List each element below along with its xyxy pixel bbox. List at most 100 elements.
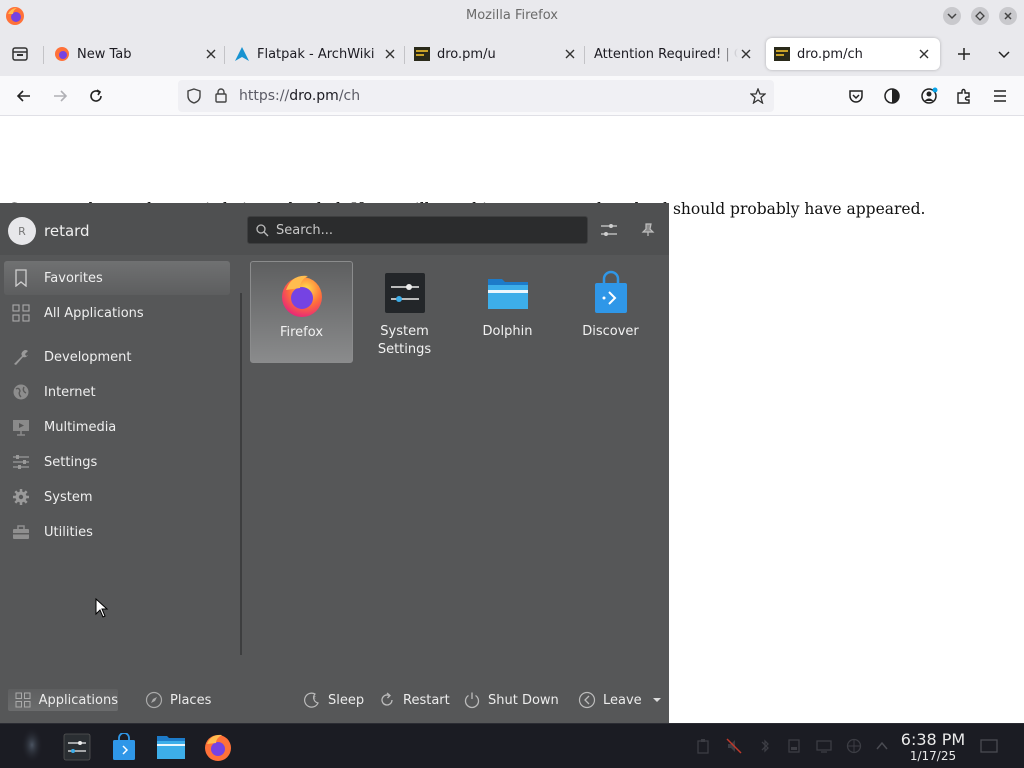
firefox-view-icon bbox=[12, 47, 28, 61]
firefox-view-button[interactable] bbox=[8, 42, 32, 66]
wrench-icon bbox=[11, 347, 31, 367]
display-icon[interactable] bbox=[816, 738, 832, 754]
user-avatar[interactable]: R bbox=[8, 217, 36, 245]
window-titlebar: Mozilla Firefox bbox=[0, 0, 1024, 32]
favorite-app-dolphin[interactable]: Dolphin bbox=[456, 261, 559, 363]
search-icon bbox=[256, 224, 269, 237]
bluetooth-icon[interactable] bbox=[757, 738, 773, 754]
clipboard-icon[interactable] bbox=[695, 738, 711, 754]
maximize-button[interactable] bbox=[971, 7, 989, 25]
network-icon[interactable] bbox=[846, 738, 862, 754]
favorite-app-firefox[interactable]: Firefox bbox=[250, 261, 353, 363]
tab-close-button[interactable] bbox=[562, 46, 578, 62]
privacy-button[interactable] bbox=[880, 84, 904, 108]
shield-icon[interactable] bbox=[186, 88, 202, 104]
app-menu-button[interactable] bbox=[988, 84, 1012, 108]
tab-places[interactable]: Places bbox=[145, 689, 211, 711]
category-label: System bbox=[44, 489, 93, 505]
category-development[interactable]: Development bbox=[4, 340, 230, 374]
taskbar-dolphin[interactable] bbox=[156, 732, 186, 762]
mouse-cursor-icon bbox=[95, 598, 109, 618]
close-window-button[interactable] bbox=[999, 7, 1017, 25]
new-tab-button[interactable] bbox=[952, 42, 976, 66]
system-settings-icon bbox=[63, 733, 91, 761]
launcher-search-input[interactable]: Search... bbox=[247, 216, 588, 244]
category-settings[interactable]: Settings bbox=[4, 445, 230, 479]
list-all-tabs-button[interactable] bbox=[992, 42, 1016, 66]
tab-dro-pm-ch[interactable]: dro.pm/ch bbox=[766, 38, 940, 70]
sleep-button[interactable]: z Sleep bbox=[303, 689, 364, 711]
back-button[interactable] bbox=[12, 84, 36, 108]
clock-date[interactable]: 1/17/25 bbox=[898, 749, 968, 763]
category-label: Settings bbox=[44, 454, 98, 470]
category-multimedia[interactable]: Multimedia bbox=[4, 410, 230, 444]
shutdown-button[interactable]: Shut Down bbox=[463, 689, 559, 711]
category-system[interactable]: System bbox=[4, 480, 230, 514]
category-label: Internet bbox=[44, 384, 96, 400]
app-name: Firefox bbox=[279, 325, 324, 340]
taskbar-firefox[interactable] bbox=[203, 732, 233, 762]
store-bag-icon bbox=[113, 733, 135, 760]
forward-button[interactable] bbox=[48, 84, 72, 108]
sliders-icon bbox=[11, 452, 31, 472]
launcher-button[interactable] bbox=[20, 726, 44, 764]
category-internet[interactable]: Internet bbox=[4, 375, 230, 409]
tab-close-button[interactable] bbox=[916, 46, 932, 62]
chevron-down-icon bbox=[998, 51, 1010, 59]
account-icon bbox=[921, 87, 938, 104]
taskbar-system-settings[interactable] bbox=[62, 732, 92, 762]
tab-dro-pm-u[interactable]: dro.pm/u bbox=[414, 38, 578, 70]
clock-time[interactable]: 6:38 PM bbox=[898, 730, 968, 749]
tab-close-button[interactable] bbox=[382, 46, 398, 62]
favorite-app-discover[interactable]: Discover bbox=[559, 261, 662, 363]
store-bag-icon bbox=[594, 270, 627, 313]
taskbar-discover[interactable] bbox=[109, 732, 139, 762]
close-icon bbox=[1004, 12, 1012, 20]
svg-text:z: z bbox=[313, 695, 316, 701]
configure-launcher-button[interactable] bbox=[599, 220, 619, 240]
leave-icon bbox=[578, 691, 596, 709]
url-text[interactable]: https://dro.pm/ch bbox=[239, 88, 360, 104]
favorite-app-system-settings[interactable]: System Settings bbox=[353, 261, 456, 363]
tab-new-tab[interactable]: New Tab bbox=[54, 38, 219, 70]
close-icon bbox=[741, 49, 751, 59]
chevron-up-icon[interactable] bbox=[874, 738, 890, 754]
restart-button[interactable]: Restart bbox=[378, 689, 450, 711]
lock-icon[interactable] bbox=[213, 87, 229, 103]
pocket-icon bbox=[849, 90, 863, 103]
category-label: Multimedia bbox=[44, 419, 117, 435]
bookmark-star-icon[interactable] bbox=[750, 88, 766, 104]
reload-button[interactable] bbox=[84, 84, 108, 108]
leave-button[interactable]: Leave bbox=[578, 689, 662, 711]
tab-close-button[interactable] bbox=[738, 46, 754, 62]
url-bar[interactable]: https://dro.pm/ch bbox=[178, 80, 774, 112]
application-launcher: R retard Search... Favorites All Applica… bbox=[0, 203, 669, 723]
category-utilities[interactable]: Utilities bbox=[4, 515, 230, 549]
tab-attention-required[interactable]: Attention Required! | C bbox=[594, 38, 754, 70]
gear-icon bbox=[11, 487, 31, 507]
pin-launcher-button[interactable] bbox=[638, 220, 658, 240]
chevron-down-icon bbox=[947, 13, 957, 20]
category-label: All Applications bbox=[44, 305, 144, 321]
category-favorites[interactable]: Favorites bbox=[4, 261, 230, 295]
archlinux-icon bbox=[235, 47, 249, 61]
system-settings-icon bbox=[384, 273, 425, 313]
storage-device-icon[interactable] bbox=[786, 738, 802, 754]
audio-muted-icon[interactable] bbox=[726, 738, 742, 754]
tab-flatpak-archwiki[interactable]: Flatpak - ArchWiki bbox=[234, 38, 398, 70]
globe-icon bbox=[11, 382, 31, 402]
restart-icon bbox=[378, 691, 396, 709]
tab-close-button[interactable] bbox=[203, 46, 219, 62]
sliders-icon bbox=[601, 224, 617, 236]
category-label: Favorites bbox=[44, 270, 103, 286]
category-all-applications[interactable]: All Applications bbox=[4, 296, 230, 330]
show-desktop-icon[interactable] bbox=[980, 737, 998, 755]
tab-applications[interactable]: Applications bbox=[8, 689, 118, 711]
launcher-divider bbox=[240, 293, 242, 655]
extensions-button[interactable] bbox=[952, 84, 976, 108]
footer-label: Shut Down bbox=[488, 692, 559, 708]
sleep-icon: z bbox=[303, 691, 321, 709]
pocket-button[interactable] bbox=[844, 84, 868, 108]
account-button[interactable] bbox=[917, 84, 941, 108]
minimize-button[interactable] bbox=[943, 7, 961, 25]
